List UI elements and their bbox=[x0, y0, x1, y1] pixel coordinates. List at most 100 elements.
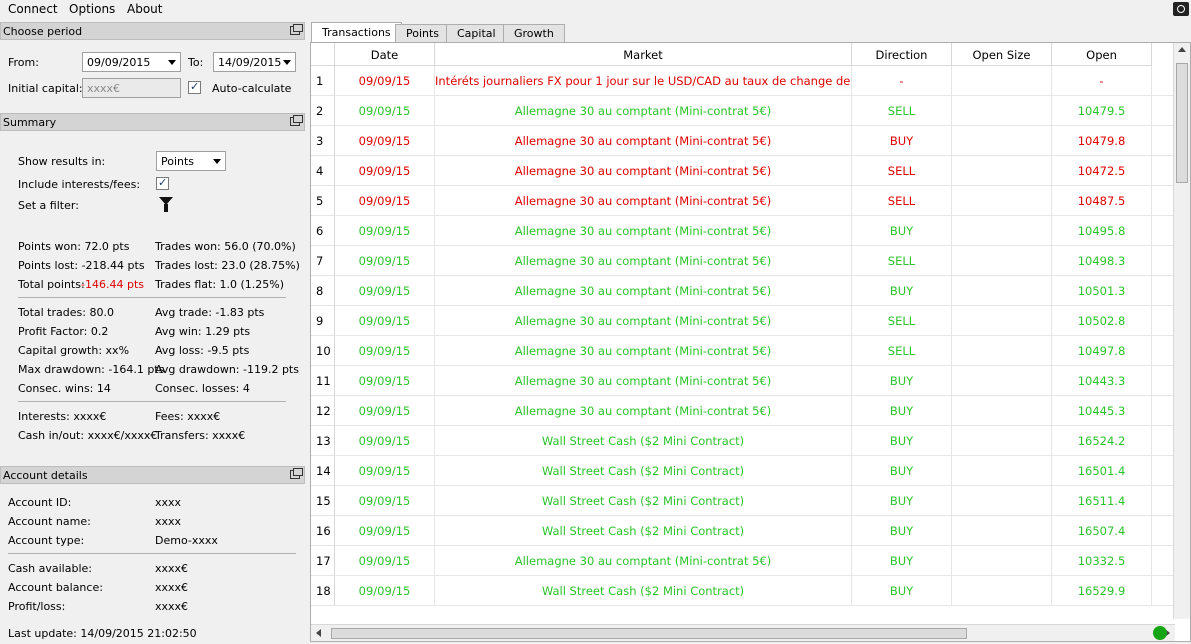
table-row[interactable]: 9 09/09/15 Allemagne 30 au comptant (Mini-… bbox=[311, 306, 1190, 336]
account-name-label: Account name: bbox=[8, 515, 91, 528]
scroll-thumb[interactable] bbox=[1176, 63, 1188, 183]
cell-market: Allemagne 30 au comptant (Mini-contrat 5… bbox=[435, 156, 852, 186]
cell-open-size bbox=[952, 486, 1052, 516]
cell-date: 09/09/15 bbox=[335, 156, 435, 186]
cell-open-size bbox=[952, 396, 1052, 426]
cell-market: Allemagne 30 au comptant (Mini-contrat 5… bbox=[435, 306, 852, 336]
table-row[interactable]: 6 09/09/15 Allemagne 30 au comptant (Mini-… bbox=[311, 216, 1190, 246]
cell-direction: BUY bbox=[852, 396, 952, 426]
table-row[interactable]: 4 09/09/15 Allemagne 30 au comptant (Mini-… bbox=[311, 156, 1190, 186]
account-details-header: Account details bbox=[0, 466, 305, 484]
table-row[interactable]: 3 09/09/15 Allemagne 30 au comptant (Mini-… bbox=[311, 126, 1190, 156]
table-row[interactable]: 15 09/09/15 Wall Street Cash ($2 Mini Cont… bbox=[311, 486, 1190, 516]
table-row[interactable]: 7 09/09/15 Allemagne 30 au comptant (Mini-… bbox=[311, 246, 1190, 276]
profit-loss-value: xxxx€ bbox=[155, 600, 189, 613]
transactions-table: Date Market Direction Open Size Open 1 09… bbox=[310, 42, 1191, 642]
col-header-date[interactable]: Date bbox=[335, 43, 435, 66]
cell-market: Allemagne 30 au comptant (Mini-contrat 5… bbox=[435, 546, 852, 576]
cell-direction: - bbox=[852, 66, 952, 96]
camera-icon[interactable] bbox=[1173, 2, 1189, 16]
status-bar: Last update: 14/09/2015 21:02:50 bbox=[0, 624, 1191, 644]
initial-capital-input[interactable]: xxxx€ bbox=[82, 78, 181, 98]
account-balance-value: xxxx€ bbox=[155, 581, 189, 594]
table-row[interactable]: 14 09/09/15 Wall Street Cash ($2 Mini Cont… bbox=[311, 456, 1190, 486]
chevron-down-icon bbox=[213, 159, 221, 164]
table-row[interactable]: 8 09/09/15 Allemagne 30 au comptant (Mini-… bbox=[311, 276, 1190, 306]
vertical-scrollbar[interactable] bbox=[1173, 43, 1190, 619]
cell-market: Wall Street Cash ($2 Mini Contract) bbox=[435, 426, 852, 456]
avg-trade: Avg trade: -1.83 pts bbox=[155, 306, 265, 319]
table-row[interactable]: 10 09/09/15 Allemagne 30 au comptant (Mini… bbox=[311, 336, 1190, 366]
table-row[interactable]: 18 09/09/15 Wall Street Cash ($2 Mini Cont… bbox=[311, 576, 1190, 606]
menu-about[interactable]: About bbox=[127, 2, 162, 16]
row-number: 17 bbox=[311, 546, 335, 576]
filter-icon[interactable] bbox=[159, 197, 173, 212]
divider bbox=[18, 401, 286, 402]
cell-open-size bbox=[952, 186, 1052, 216]
undock-icon[interactable] bbox=[290, 115, 303, 126]
cell-open-size bbox=[952, 456, 1052, 486]
cell-open: 10498.3 bbox=[1052, 246, 1152, 276]
from-date-picker[interactable]: 09/09/2015 bbox=[82, 52, 181, 72]
show-results-select[interactable]: Points bbox=[156, 151, 226, 171]
table-row[interactable]: 2 09/09/15 Allemagne 30 au comptant (Mini-… bbox=[311, 96, 1190, 126]
include-interests-checkbox[interactable] bbox=[156, 176, 169, 190]
chevron-down-icon bbox=[168, 60, 176, 65]
table-row[interactable]: 13 09/09/15 Wall Street Cash ($2 Mini Cont… bbox=[311, 426, 1190, 456]
table-row[interactable]: 17 09/09/15 Allemagne 30 au comptant (Mini… bbox=[311, 546, 1190, 576]
to-date-picker[interactable]: 14/09/2015 bbox=[213, 52, 296, 72]
tab-transactions[interactable]: Transactions bbox=[311, 22, 402, 43]
cell-market: Allemagne 30 au comptant (Mini-contrat 5… bbox=[435, 246, 852, 276]
cell-market: Allemagne 30 au comptant (Mini-contrat 5… bbox=[435, 126, 852, 156]
panel-title: Account details bbox=[3, 469, 88, 482]
cell-date: 09/09/15 bbox=[335, 186, 435, 216]
row-number: 16 bbox=[311, 516, 335, 546]
table-row[interactable]: 12 09/09/15 Allemagne 30 au comptant (Mini… bbox=[311, 396, 1190, 426]
row-number: 14 bbox=[311, 456, 335, 486]
fees: Fees: xxxx€ bbox=[155, 410, 221, 423]
menu-connect[interactable]: Connect bbox=[8, 2, 58, 16]
cell-date: 09/09/15 bbox=[335, 456, 435, 486]
table-row[interactable]: 16 09/09/15 Wall Street Cash ($2 Mini Cont… bbox=[311, 516, 1190, 546]
scroll-up-icon[interactable] bbox=[1178, 47, 1186, 52]
cash-available-value: xxxx€ bbox=[155, 562, 189, 575]
col-header-open-size[interactable]: Open Size bbox=[952, 43, 1052, 66]
undock-icon[interactable] bbox=[290, 24, 303, 35]
cell-direction: SELL bbox=[852, 306, 952, 336]
cell-open: 10332.5 bbox=[1052, 546, 1152, 576]
cell-direction: SELL bbox=[852, 96, 952, 126]
capital-growth: Capital growth: xx% bbox=[18, 344, 130, 357]
col-header-direction[interactable]: Direction bbox=[852, 43, 952, 66]
cell-open-size bbox=[952, 156, 1052, 186]
tab-points[interactable]: Points bbox=[395, 24, 451, 42]
corner-cell bbox=[311, 43, 335, 66]
cell-open: 10472.5 bbox=[1052, 156, 1152, 186]
table-row[interactable]: 11 09/09/15 Allemagne 30 au comptant (Mini… bbox=[311, 366, 1190, 396]
col-header-market[interactable]: Market bbox=[435, 43, 852, 66]
table-row[interactable]: 5 09/09/15 Allemagne 30 au comptant (Mini-… bbox=[311, 186, 1190, 216]
cell-open-size bbox=[952, 336, 1052, 366]
results-area: Transactions Points Capital Growth Date … bbox=[310, 22, 1191, 642]
account-type-label: Account type: bbox=[8, 534, 85, 547]
tab-capital[interactable]: Capital bbox=[446, 24, 507, 42]
undock-icon[interactable] bbox=[290, 468, 303, 479]
cell-date: 09/09/15 bbox=[335, 66, 435, 96]
row-number: 12 bbox=[311, 396, 335, 426]
initial-capital-placeholder: xxxx€ bbox=[87, 82, 121, 95]
tab-growth[interactable]: Growth bbox=[503, 24, 565, 42]
col-header-open[interactable]: Open bbox=[1052, 43, 1152, 66]
cell-open-size bbox=[952, 246, 1052, 276]
divider bbox=[8, 553, 296, 554]
cell-direction: SELL bbox=[852, 156, 952, 186]
profit-loss-label: Profit/loss: bbox=[8, 600, 66, 613]
row-number: 2 bbox=[311, 96, 335, 126]
auto-calculate-checkbox[interactable] bbox=[188, 80, 201, 94]
last-update-text: Last update: 14/09/2015 21:02:50 bbox=[8, 627, 197, 640]
table-row[interactable]: 1 09/09/15 Intéréts journaliers FX pour 1 … bbox=[311, 66, 1190, 96]
cell-market: Wall Street Cash ($2 Mini Contract) bbox=[435, 576, 852, 606]
cell-market: Allemagne 30 au comptant (Mini-contrat 5… bbox=[435, 366, 852, 396]
menu-options[interactable]: Options bbox=[69, 2, 115, 16]
points-won: Points won: 72.0 pts bbox=[18, 240, 130, 253]
cell-direction: SELL bbox=[852, 186, 952, 216]
total-trades: Total trades: 80.0 bbox=[18, 306, 114, 319]
